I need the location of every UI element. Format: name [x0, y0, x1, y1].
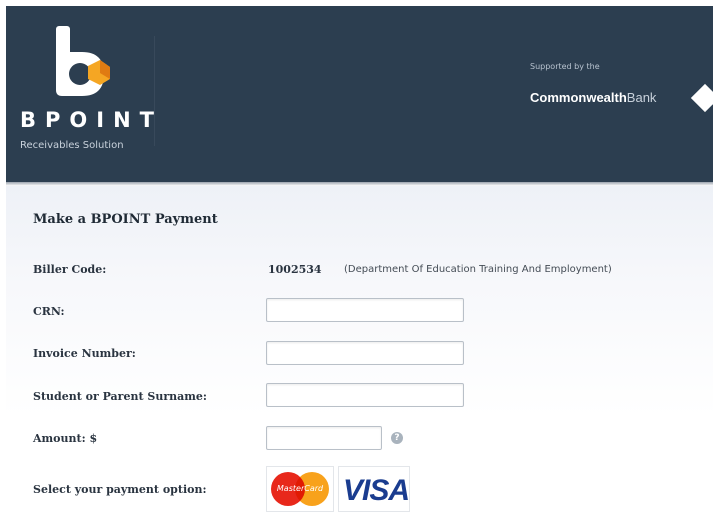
amount-label: Amount: $ — [33, 432, 98, 445]
mastercard-option[interactable]: MasterCard — [266, 466, 334, 512]
brand-tagline: Receivables Solution — [20, 140, 124, 151]
commonwealth-diamond-icon — [690, 83, 713, 113]
supported-by-text: Supported by the — [530, 62, 600, 71]
bank-name-light: Bank — [626, 90, 657, 105]
amount-input[interactable] — [266, 426, 382, 450]
surname-label: Student or Parent Surname: — [33, 390, 207, 403]
invoice-number-label: Invoice Number: — [33, 347, 136, 360]
bpoint-logo-icon — [56, 26, 110, 96]
form-title: Make a BPOINT Payment — [33, 212, 218, 227]
commonwealth-bank-logo: CommonwealthBank — [530, 90, 656, 105]
bank-name-strong: Commonwealth — [530, 90, 627, 105]
visa-wordmark: VISA — [343, 474, 410, 507]
crn-label: CRN: — [33, 305, 65, 318]
biller-code-value: 1002534 — [268, 263, 322, 276]
payment-option-label: Select your payment option: — [33, 483, 207, 496]
invoice-number-input[interactable] — [266, 341, 464, 365]
brand-name: BPOINT — [20, 108, 163, 132]
header-banner: Supported by the CommonwealthBank — [6, 6, 713, 182]
biller-name: (Department Of Education Training And Em… — [344, 264, 612, 275]
biller-code-label: Biller Code: — [33, 263, 107, 276]
surname-input[interactable] — [266, 383, 464, 407]
mastercard-wordmark: MasterCard — [276, 484, 324, 493]
visa-option[interactable]: VISA — [338, 466, 410, 512]
help-icon[interactable]: ? — [391, 432, 403, 444]
crn-input[interactable] — [266, 298, 464, 322]
